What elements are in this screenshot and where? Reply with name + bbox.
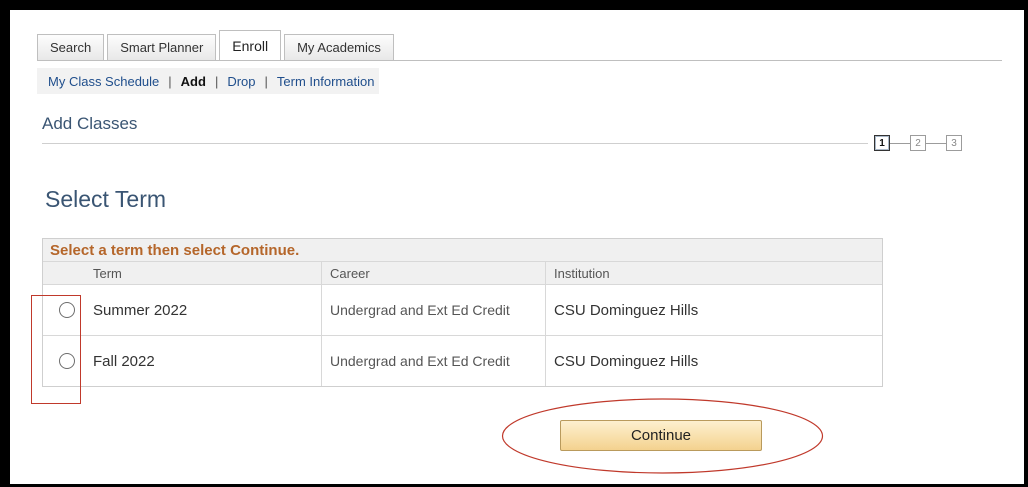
link-add-current: Add [180,73,206,89]
header-career: Career [321,262,545,284]
link-drop[interactable]: Drop [227,74,255,89]
header-divider [42,143,868,144]
step-connector [890,142,910,144]
subnav-separator: | [168,73,172,89]
cell-career: Undergrad and Ext Ed Credit [321,336,545,386]
table-row: Fall 2022 Undergrad and Ext Ed Credit CS… [43,335,882,386]
cell-term: Summer 2022 [93,301,188,319]
radio-cell [43,285,93,335]
section-title: Select Term [45,186,167,212]
subnav-separator: | [214,73,219,89]
continue-button[interactable]: Continue [560,420,762,451]
tab-bar: Search Smart Planner Enroll My Academics [37,30,397,61]
radio-summer-2022[interactable] [59,302,75,318]
enroll-subnav: My Class Schedule | Add | Drop | Term In… [37,68,380,94]
step-2: 2 [910,135,926,151]
term-grid: Select a term then select Continue. Term… [42,238,883,387]
page-frame: Search Smart Planner Enroll My Academics… [10,10,1024,484]
link-my-class-schedule[interactable]: My Class Schedule [48,74,159,89]
cell-institution: CSU Dominguez Hills [545,285,882,335]
tab-smart-planner[interactable]: Smart Planner [107,34,217,60]
tab-divider [37,60,1002,61]
radio-fall-2022[interactable] [59,353,75,369]
step-1: 1 [874,135,890,151]
cell-term: Fall 2022 [93,352,155,370]
tab-search[interactable]: Search [37,34,105,60]
step-connector [926,142,946,144]
page-header: Add Classes [42,114,138,133]
header-term: Term [93,265,122,281]
link-term-information[interactable]: Term Information [277,74,375,89]
cell-career: Undergrad and Ext Ed Credit [321,285,545,335]
header-institution: Institution [545,262,882,284]
cell-institution: CSU Dominguez Hills [545,336,882,386]
step-indicator: 1 2 3 [874,135,962,151]
radio-cell [43,336,93,386]
table-row: Summer 2022 Undergrad and Ext Ed Credit … [43,284,882,335]
step-3: 3 [946,135,962,151]
subnav-separator: | [264,73,268,89]
header-select [43,262,93,284]
tab-my-academics[interactable]: My Academics [284,34,394,60]
grid-header-row: Term Career Institution [43,261,882,284]
grid-caption: Select a term then select Continue. [43,239,882,261]
tab-enroll[interactable]: Enroll [219,30,282,61]
